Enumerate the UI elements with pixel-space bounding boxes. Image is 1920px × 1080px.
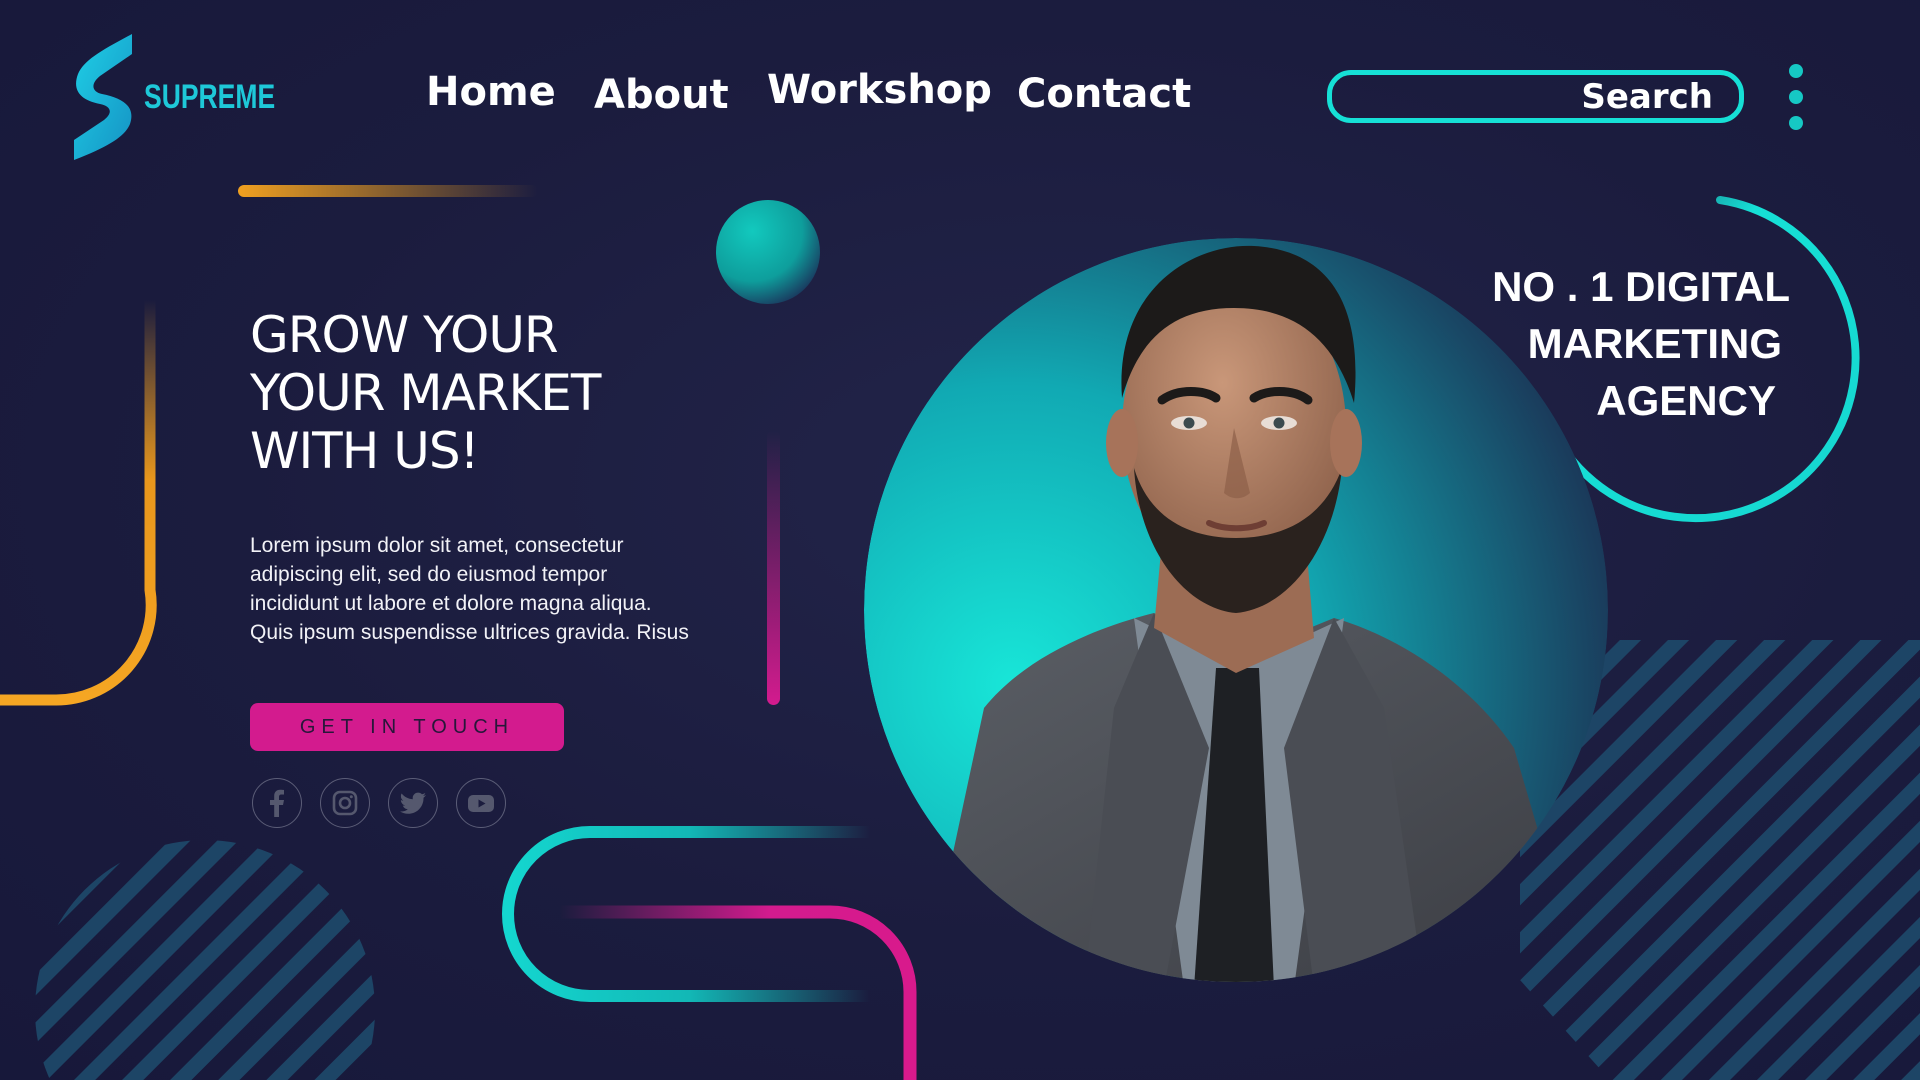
social-links — [252, 778, 506, 828]
nav-workshop-link[interactable]: Workshop — [767, 70, 992, 110]
nav-about-link[interactable]: About — [594, 75, 729, 115]
brand-logo[interactable]: SUPREME — [70, 32, 312, 162]
agency-heading-line: MARKETING — [1527, 320, 1782, 367]
kebab-dot — [1789, 90, 1803, 104]
hero-description-line: Quis ipsum suspendisse ultrices gravida.… — [250, 621, 689, 644]
search-label: Search — [1581, 76, 1713, 117]
nav-home-link[interactable]: Home — [426, 72, 556, 112]
search-box[interactable]: Search — [1327, 70, 1744, 123]
kebab-dot — [1789, 64, 1803, 78]
agency-heading-line: AGENCY — [1596, 377, 1776, 424]
nav-contact-link[interactable]: Contact — [1017, 74, 1191, 114]
hero-title-line: GROW YOUR — [250, 306, 559, 364]
agency-heading: NO . 1 DIGITAL MARKETING AGENCY — [1440, 258, 1790, 429]
s-logo-icon — [74, 34, 132, 160]
kebab-menu-icon[interactable] — [1786, 64, 1806, 130]
kebab-dot — [1789, 116, 1803, 130]
agency-heading-line: NO . 1 DIGITAL — [1492, 263, 1790, 310]
instagram-icon[interactable] — [320, 778, 370, 828]
hero-description-line: adipiscing elit, sed do eiusmod tempor — [250, 563, 608, 586]
brand-name: SUPREME — [144, 77, 276, 116]
twitter-icon[interactable] — [388, 778, 438, 828]
hero-description: Lorem ipsum dolor sit amet, consectetur … — [250, 531, 770, 647]
facebook-icon[interactable] — [252, 778, 302, 828]
hero-description-line: incididunt ut labore et dolore magna ali… — [250, 592, 652, 615]
hero-title: GROW YOUR YOUR MARKET WITH US! — [250, 306, 810, 480]
hero-description-line: Lorem ipsum dolor sit amet, consectetur — [250, 534, 624, 557]
hero-title-line: WITH US! — [250, 422, 480, 480]
hero-title-line: YOUR MARKET — [250, 364, 601, 422]
youtube-icon[interactable] — [456, 778, 506, 828]
get-in-touch-button[interactable]: GET IN TOUCH — [250, 703, 564, 751]
